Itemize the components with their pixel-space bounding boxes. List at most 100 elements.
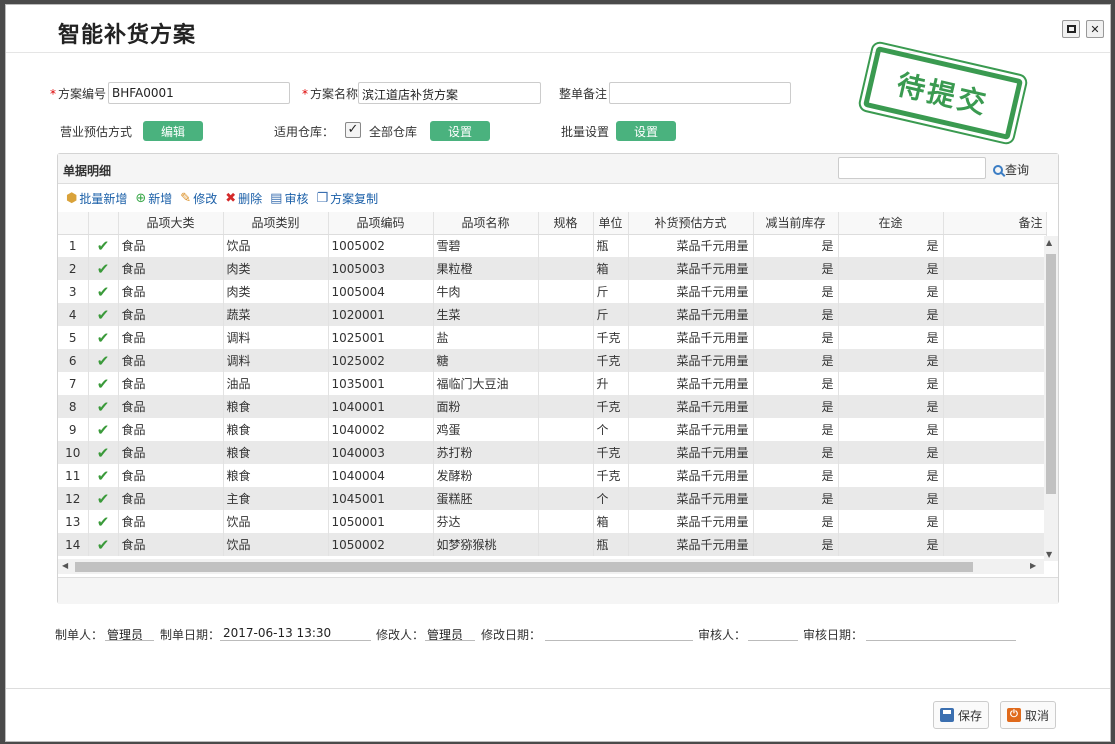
cell-name[interactable]: 面粉 (433, 395, 539, 418)
cell-code[interactable]: 1040001 (328, 395, 434, 418)
cell-method[interactable]: 菜品千元用量 (628, 372, 754, 395)
cell-reduce[interactable]: 是 (753, 464, 839, 487)
cell-unit[interactable]: 升 (593, 372, 629, 395)
cell-name[interactable]: 牛肉 (433, 280, 539, 303)
cell-category[interactable]: 食品 (118, 441, 224, 464)
cell-unit[interactable]: 千克 (593, 464, 629, 487)
table-row[interactable]: 13 ✔ 食品 饮品 1050001 芬达箱菜品千元用量是是 (58, 510, 1047, 533)
cell-type[interactable]: 肉类 (223, 257, 329, 280)
table-row[interactable]: 3 ✔ 食品 肉类 1005004 牛肉斤菜品千元用量是是 (58, 280, 1047, 303)
cell-method[interactable]: 菜品千元用量 (628, 510, 754, 533)
cell-spec[interactable] (538, 418, 594, 441)
cell-note[interactable] (943, 464, 1047, 487)
cell-category[interactable]: 食品 (118, 487, 224, 510)
scroll-up-icon[interactable]: ▲ (1046, 238, 1052, 247)
column-header[interactable]: 单位 (593, 212, 629, 235)
cell-code[interactable]: 1050001 (328, 510, 434, 533)
cell-spec[interactable] (538, 349, 594, 372)
table-row[interactable]: 10 ✔ 食品 粮食 1040003 苏打粉 千克 菜品千元用量是是 (58, 441, 1047, 464)
cell-note[interactable] (943, 303, 1047, 326)
cell-unit[interactable]: 瓶 (593, 533, 629, 556)
cell-note[interactable] (943, 395, 1047, 418)
table-row[interactable]: 11 ✔ 食品 粮食 1040004 发酵粉 千克 菜品千元用量是是 (58, 464, 1047, 487)
cell-reduce[interactable]: 是 (753, 487, 839, 510)
cell-unit[interactable]: 个 (593, 418, 629, 441)
cell-method[interactable]: 菜品千元用量 (628, 441, 754, 464)
table-row[interactable]: 8 ✔ 食品 粮食 1040001 面粉 千克 菜品千元用量是是 (58, 395, 1047, 418)
cell-method[interactable]: 菜品千元用量 (628, 257, 754, 280)
cell-note[interactable] (943, 487, 1047, 510)
cell-reduce[interactable]: 是 (753, 510, 839, 533)
cell-type[interactable]: 油品 (223, 372, 329, 395)
column-header[interactable]: 备注 (943, 212, 1047, 235)
warehouse-set-button[interactable]: 设置 (430, 121, 490, 141)
table-row[interactable]: 2 ✔ 食品 肉类 1005003 果粒橙箱菜品千元用量是是 (58, 257, 1047, 280)
table-row[interactable]: 1 ✔ 食品 饮品 1005002 雪碧瓶菜品千元用量是是 (58, 234, 1047, 257)
cancel-button[interactable]: ⏻ 取消 (1000, 701, 1057, 729)
cell-spec[interactable] (538, 464, 594, 487)
cell-name[interactable]: 发酵粉 (433, 464, 539, 487)
cell-code[interactable]: 1005002 (328, 234, 434, 257)
column-header[interactable]: 品项编码 (328, 212, 434, 235)
cell-name[interactable]: 鸡蛋 (433, 418, 539, 441)
cell-reduce[interactable]: 是 (753, 280, 839, 303)
column-header[interactable]: 品项大类 (118, 212, 224, 235)
cell-type[interactable]: 粮食 (223, 464, 329, 487)
cell-type[interactable]: 饮品 (223, 510, 329, 533)
cell-name[interactable]: 糖 (433, 349, 539, 372)
cell-unit[interactable]: 千克 (593, 326, 629, 349)
column-header[interactable]: 规格 (538, 212, 594, 235)
cell-unit[interactable]: 千克 (593, 395, 629, 418)
cell-name[interactable]: 如梦猕猴桃 (433, 533, 539, 556)
cell-unit[interactable]: 千克 (593, 441, 629, 464)
cell-note[interactable] (943, 510, 1047, 533)
cell-code[interactable]: 1005004 (328, 280, 434, 303)
cell-spec[interactable] (538, 257, 594, 280)
cell-category[interactable]: 食品 (118, 464, 224, 487)
cell-note[interactable] (943, 372, 1047, 395)
column-header[interactable]: 在途 (838, 212, 944, 235)
cell-category[interactable]: 食品 (118, 533, 224, 556)
cell-category[interactable]: 食品 (118, 326, 224, 349)
cell-reduce[interactable]: 是 (753, 441, 839, 464)
cell-reduce[interactable]: 是 (753, 349, 839, 372)
forecast-edit-button[interactable]: 编辑 (143, 121, 203, 141)
vertical-scrollbar[interactable]: ▲ ▼ (1044, 236, 1058, 561)
cell-name[interactable]: 福临门大豆油 (433, 372, 539, 395)
table-row[interactable]: 4 ✔ 食品 蔬菜 1020001 生菜斤菜品千元用量是是 (58, 303, 1047, 326)
cell-code[interactable]: 1040003 (328, 441, 434, 464)
cell-category[interactable]: 食品 (118, 280, 224, 303)
cell-transit[interactable]: 是 (838, 349, 944, 372)
cell-note[interactable] (943, 418, 1047, 441)
table-row[interactable]: 12 ✔ 食品 主食 1045001 蛋糕胚个菜品千元用量是是 (58, 487, 1047, 510)
cell-transit[interactable]: 是 (838, 395, 944, 418)
cell-code[interactable]: 1045001 (328, 487, 434, 510)
add-button[interactable]: ⊕ 新增 (135, 190, 172, 207)
column-header[interactable]: 品项名称 (433, 212, 539, 235)
search-input[interactable] (838, 157, 986, 179)
cell-type[interactable]: 粮食 (223, 418, 329, 441)
cell-transit[interactable]: 是 (838, 326, 944, 349)
cell-transit[interactable]: 是 (838, 533, 944, 556)
cell-method[interactable]: 菜品千元用量 (628, 464, 754, 487)
cell-category[interactable]: 食品 (118, 418, 224, 441)
cell-type[interactable]: 调料 (223, 349, 329, 372)
cell-name[interactable]: 苏打粉 (433, 441, 539, 464)
batch-add-button[interactable]: ⬢ 批量新增 (66, 190, 127, 207)
cell-note[interactable] (943, 234, 1047, 257)
cell-type[interactable]: 饮品 (223, 533, 329, 556)
cell-spec[interactable] (538, 441, 594, 464)
cell-spec[interactable] (538, 372, 594, 395)
cell-name[interactable]: 盐 (433, 326, 539, 349)
cell-method[interactable]: 菜品千元用量 (628, 326, 754, 349)
scroll-right-icon[interactable]: ▶ (1030, 561, 1036, 570)
cell-spec[interactable] (538, 533, 594, 556)
cell-type[interactable]: 饮品 (223, 234, 329, 257)
cell-method[interactable]: 菜品千元用量 (628, 349, 754, 372)
column-header[interactable] (88, 212, 119, 235)
warehouse-checkbox[interactable]: ✓ (345, 122, 361, 138)
cell-transit[interactable]: 是 (838, 510, 944, 533)
cell-method[interactable]: 菜品千元用量 (628, 280, 754, 303)
cell-reduce[interactable]: 是 (753, 395, 839, 418)
plan-no-field[interactable]: BHFA0001 (108, 82, 290, 104)
